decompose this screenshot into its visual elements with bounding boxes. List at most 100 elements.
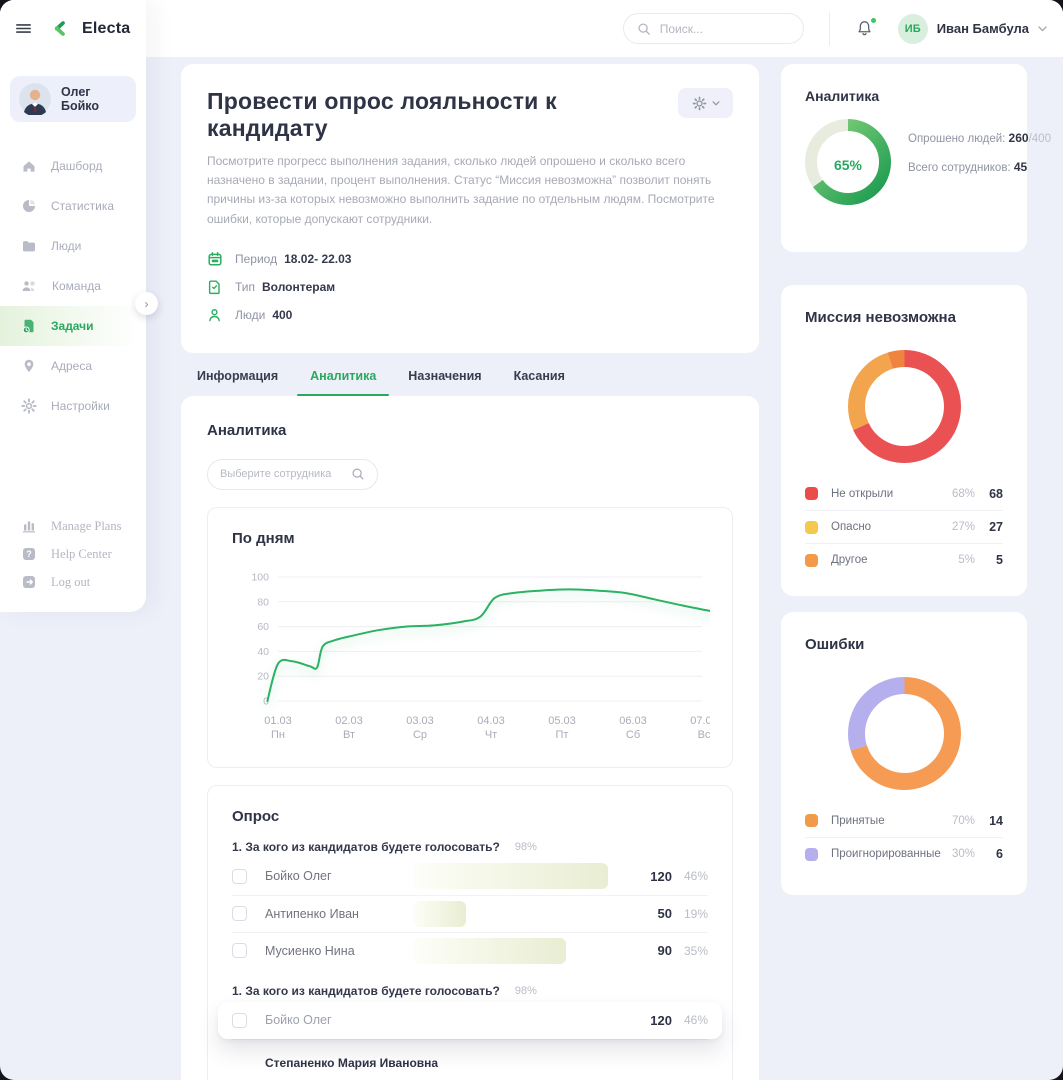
avatar: ИБ: [898, 14, 928, 44]
survey-question: 1. За кого из кандидатов будете голосова…: [232, 840, 708, 854]
hamburger-menu-icon[interactable]: [14, 19, 33, 38]
legend-row: Принятые 70% 14: [805, 804, 1003, 837]
profile-name: Олег Бойко: [61, 85, 127, 113]
chevron-down-icon: [1038, 26, 1047, 32]
survey-title: Опрос: [232, 808, 708, 825]
card-title: Аналитика: [805, 88, 1003, 104]
brand-row: Electa: [0, 0, 146, 57]
task-description: Посмотрите прогресс выполнения задания, …: [207, 152, 733, 229]
progress-donut: 65%: [805, 119, 891, 210]
tab-info[interactable]: Информация: [181, 360, 294, 396]
sidebar-profile[interactable]: Олег Бойко: [10, 76, 136, 122]
chart-title: По дням: [232, 530, 708, 547]
svg-text:07.03: 07.03: [690, 715, 710, 727]
task-meta: Период 18.02- 22.03 Тип Волонтерам Люди …: [207, 245, 733, 329]
sidebar-item-manage-plans[interactable]: Manage Plans: [0, 512, 146, 540]
person-icon: [207, 307, 224, 323]
sidebar-item-help-center[interactable]: ? Help Center: [0, 540, 146, 568]
errors-legend: Принятые 70% 14 Проигнорированные 30% 6: [805, 804, 1003, 870]
legend-swatch: [805, 521, 818, 534]
logout-icon: [21, 574, 37, 590]
user-menu[interactable]: ИБ Иван Бамбула: [898, 14, 1047, 44]
svg-text:80: 80: [257, 596, 269, 608]
checkbox[interactable]: [232, 869, 247, 884]
tab-touches[interactable]: Касания: [498, 360, 581, 396]
sidebar-item-team[interactable]: Команда: [0, 266, 146, 306]
tab-bar: ИнформацияАналитикаНазначенияКасания: [181, 360, 759, 396]
main-content: Провести опрос лояльности к кандидату По…: [181, 64, 759, 1080]
search-input[interactable]: Поиск...: [623, 13, 804, 44]
svg-text:20: 20: [257, 670, 269, 682]
checkbox[interactable]: [232, 906, 247, 921]
employee-search-placeholder: Выберите сотрудника: [220, 468, 331, 480]
legend-row: Другое 5% 5: [805, 543, 1003, 576]
search-placeholder: Поиск...: [660, 22, 703, 36]
mission-donut: [805, 350, 1003, 463]
sidebar-collapse-button[interactable]: ›: [135, 292, 158, 315]
survey-question: 1. За кого из кандидатов будете голосова…: [232, 984, 708, 998]
svg-text:01.03: 01.03: [264, 715, 292, 727]
survey-row[interactable]: Антипенко Иван 50 19%: [232, 895, 708, 932]
calendar-icon: [207, 251, 224, 267]
survey-row[interactable]: Бойко Олег 120 46%: [218, 1002, 722, 1039]
sidebar-item-tasks[interactable]: Задачи: [0, 306, 146, 346]
employee-search-input[interactable]: Выберите сотрудника: [207, 459, 378, 490]
notifications-button[interactable]: [855, 19, 874, 38]
survey-row[interactable]: Бойко Олег 120 46%: [232, 858, 708, 895]
survey-row[interactable]: Мусиенко Нина 90 35%: [232, 932, 708, 969]
gear-icon: [21, 398, 37, 414]
legend-swatch: [805, 487, 818, 500]
task-meta-row: Период 18.02- 22.03: [207, 245, 733, 273]
task-meta-row: Тип Волонтерам: [207, 273, 733, 301]
progress-percent: 65%: [805, 119, 891, 210]
sidebar-item-statistics[interactable]: Статистика: [0, 186, 146, 226]
tab-analytics[interactable]: Аналитика: [294, 360, 392, 396]
svg-text:Пт: Пт: [556, 729, 569, 741]
app-window: Поиск... ИБ Иван Бамбула: [0, 0, 1063, 1080]
chevron-down-icon: [712, 101, 720, 106]
task-settings-button[interactable]: [678, 88, 733, 118]
plans-icon: [21, 518, 37, 534]
survey-body: 1. За кого из кандидатов будете голосова…: [232, 840, 708, 1080]
legend-row: Проигнорированные 30% 6: [805, 837, 1003, 870]
brand-name: Electa: [82, 20, 130, 38]
topbar: Поиск... ИБ Иван Бамбула: [0, 0, 1063, 57]
checkbox[interactable]: [232, 1013, 247, 1028]
legend-swatch: [805, 848, 818, 861]
svg-text:40: 40: [257, 646, 269, 658]
svg-text:Ср: Ср: [413, 729, 427, 741]
svg-text:06.03: 06.03: [619, 715, 647, 727]
sidebar-item-addresses[interactable]: Адреса: [0, 346, 146, 386]
profile-photo: [19, 83, 51, 115]
legend-swatch: [805, 554, 818, 567]
task-meta-row: Люди 400: [207, 301, 733, 329]
voters-list: Степаненко Мария ИвановнаКузьменко Ларис…: [232, 1039, 708, 1080]
checkbox[interactable]: [232, 943, 247, 958]
result-bar: [413, 938, 632, 964]
sidebar-item-settings[interactable]: Настройки: [0, 386, 146, 426]
notification-dot: [870, 17, 877, 24]
legend-row: Опасно 27% 27: [805, 510, 1003, 543]
sidebar-item-dashboard[interactable]: Дашборд: [0, 146, 146, 186]
sidebar-footer: Manage Plans ? Help Center Log out: [0, 512, 146, 596]
sidebar-item-log-out[interactable]: Log out: [0, 568, 146, 596]
tab-assignments[interactable]: Назначения: [392, 360, 497, 396]
analytics-panel: Аналитика Выберите сотрудника По дням 10…: [181, 396, 759, 1080]
home-icon: [21, 158, 37, 174]
mission-legend: Не открыли 68% 68 Опасно 27% 27 Другое 5…: [805, 477, 1003, 576]
result-bar: [413, 901, 632, 927]
team-icon: [21, 278, 38, 294]
gear-icon: [692, 96, 707, 111]
svg-text:Чт: Чт: [485, 729, 497, 741]
result-bar: [413, 863, 632, 889]
card-title: Ошибки: [805, 636, 1003, 653]
line-chart: 10080604020001.03Пн02.03Вт03.03Ср04.03Чт…: [232, 565, 708, 745]
sidebar-item-people[interactable]: Люди: [0, 226, 146, 266]
card-title: Миссия невозможна: [805, 309, 1003, 326]
svg-text:Пн: Пн: [271, 729, 285, 741]
svg-text:03.03: 03.03: [406, 715, 434, 727]
daily-chart-card: По дням 10080604020001.03Пн02.03Вт03.03С…: [207, 507, 733, 768]
voter-name: Степаненко Мария Ивановна: [265, 1056, 708, 1070]
task-card: Провести опрос лояльности к кандидату По…: [181, 64, 759, 353]
svg-text:100: 100: [251, 571, 269, 583]
